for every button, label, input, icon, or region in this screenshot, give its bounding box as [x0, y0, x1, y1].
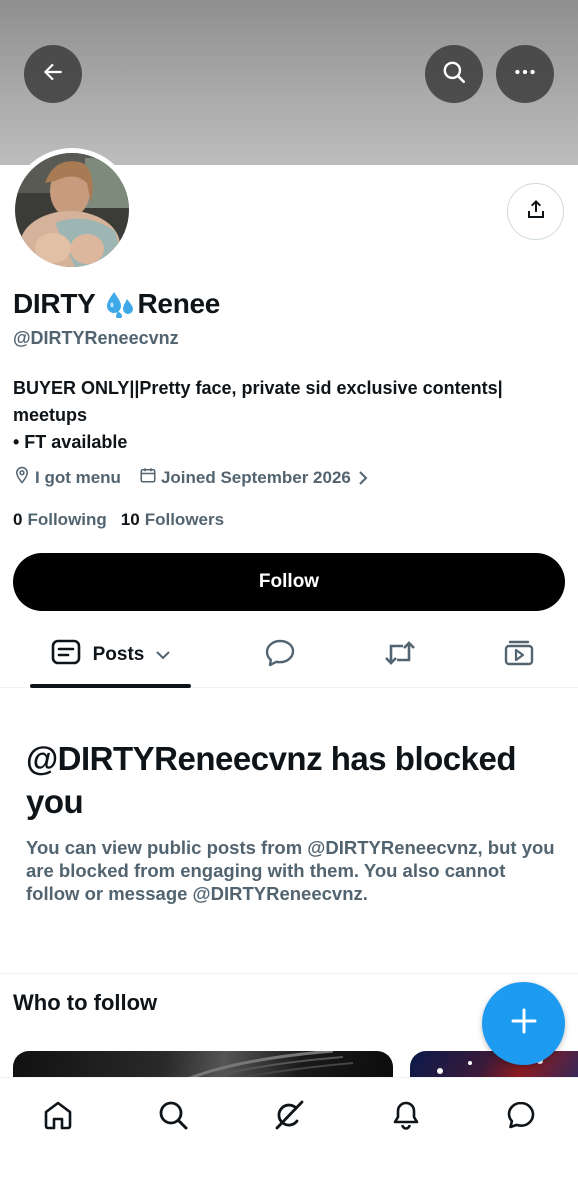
handle: @DIRTYReneecvnz: [13, 328, 179, 348]
chevron-down-icon: [156, 644, 171, 666]
notifications-icon: [390, 1099, 422, 1136]
search-button[interactable]: [425, 45, 483, 103]
nav-messages[interactable]: [499, 1095, 543, 1139]
nav-grok[interactable]: [267, 1095, 311, 1139]
more-button[interactable]: [496, 45, 554, 103]
tab-reposts[interactable]: [375, 622, 425, 688]
blocked-title: @DIRTYReneecvnz has blocked you: [26, 740, 517, 820]
profile-banner: [0, 0, 578, 165]
media-icon: [503, 639, 535, 672]
joined-date[interactable]: Joined September 2026: [139, 466, 373, 489]
posts-icon: [51, 639, 81, 671]
tab-media[interactable]: [494, 622, 544, 688]
followers-number: 10: [120, 510, 140, 529]
display-name-part1: DIRTY: [13, 288, 96, 319]
location-label: I got menu: [35, 467, 121, 487]
more-horizontal-icon: [512, 59, 538, 90]
back-button[interactable]: [24, 45, 82, 103]
blocked-message: You can view public posts from @DIRTYRen…: [26, 837, 555, 904]
bio-line: BUYER ONLY||Pretty face, private sid exc…: [13, 378, 503, 398]
display-name: DIRTY Renee: [13, 288, 220, 320]
home-icon: [42, 1099, 74, 1136]
profile-tabs: Posts: [0, 622, 578, 688]
following-label: Following: [27, 510, 107, 529]
chevron-right-icon: [357, 470, 373, 485]
tab-replies[interactable]: [255, 622, 305, 688]
follow-button[interactable]: Follow: [13, 553, 565, 611]
joined-label: Joined September 2026: [160, 467, 351, 487]
avatar[interactable]: [10, 148, 134, 272]
nav-notifications[interactable]: [384, 1095, 428, 1139]
messages-icon: [505, 1099, 537, 1136]
plus-icon: [509, 1006, 539, 1041]
sweat-droplets-emoji: [106, 290, 136, 318]
share-icon: [524, 197, 548, 226]
share-button[interactable]: [507, 183, 564, 240]
bio: BUYER ONLY||Pretty face, private sid exc…: [13, 375, 563, 456]
bio-line: • FT available: [13, 432, 128, 452]
tab-posts[interactable]: Posts: [30, 622, 191, 688]
reposts-icon: [383, 639, 417, 672]
following-count[interactable]: 0 Following: [13, 510, 107, 530]
search-icon: [441, 59, 467, 90]
tab-posts-label: Posts: [92, 644, 145, 665]
profile-meta: I got menu Joined September 2026: [13, 466, 373, 489]
location: I got menu: [13, 466, 121, 489]
following-number: 0: [13, 510, 23, 529]
followers-count[interactable]: 10 Followers: [121, 510, 224, 530]
calendar-icon: [139, 466, 161, 489]
search-icon: [157, 1099, 189, 1136]
arrow-left-icon: [40, 59, 66, 90]
bottom-nav: [0, 1077, 578, 1199]
replies-icon: [264, 638, 296, 673]
nav-home[interactable]: [36, 1095, 80, 1139]
grok-icon: [272, 1098, 306, 1137]
active-tab-indicator: [30, 684, 191, 688]
who-to-follow-title: Who to follow: [13, 990, 158, 1015]
bio-line: meetups: [13, 405, 88, 425]
compose-button[interactable]: [482, 982, 565, 1065]
follow-counts: 0 Following 10 Followers: [13, 510, 224, 530]
location-icon: [13, 466, 35, 489]
section-divider: [0, 973, 578, 974]
followers-label: Followers: [144, 510, 225, 529]
nav-search[interactable]: [151, 1095, 195, 1139]
display-name-part2: Renee: [137, 288, 221, 319]
